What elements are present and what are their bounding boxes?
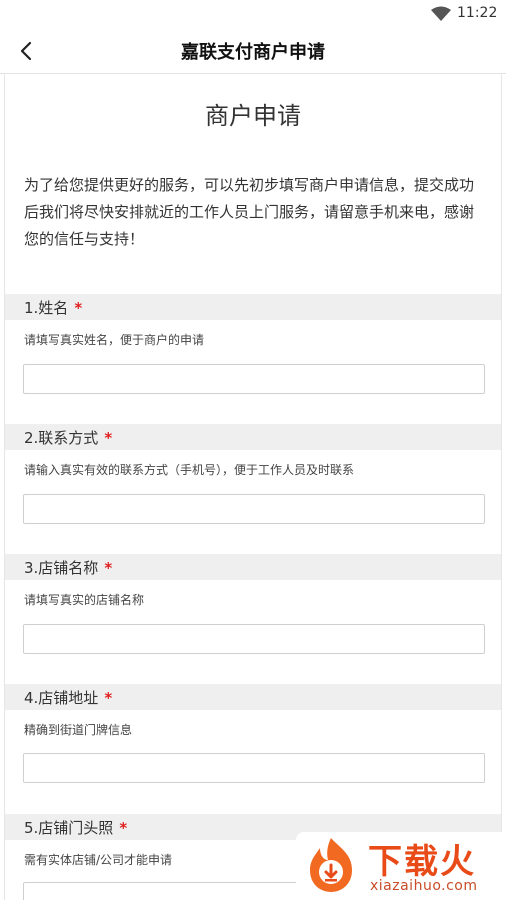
required-marker: * — [104, 559, 113, 577]
app-bar: 嘉联支付商户申请 — [0, 28, 506, 74]
app-title: 嘉联支付商户申请 — [181, 42, 325, 63]
question-hint: 精确到街道门牌信息 — [24, 723, 133, 737]
required-marker: * — [104, 429, 113, 447]
wifi-icon — [431, 6, 451, 21]
required-marker: * — [104, 689, 113, 707]
question-hint: 需有实体店铺/公司才能申请 — [24, 853, 173, 867]
question-title: 3.店铺名称 — [24, 559, 99, 577]
watermark: 下载火 xiazaihuo.com — [296, 832, 506, 900]
question-title: 4.店铺地址 — [24, 689, 99, 707]
question-hint: 请输入真实有效的联系方式（手机号），便于工作人员及时联系 — [24, 463, 355, 477]
name-input[interactable] — [23, 364, 485, 394]
store-address-input[interactable] — [23, 753, 485, 783]
required-marker: * — [74, 299, 83, 317]
watermark-url: xiazaihuo.com — [370, 878, 478, 894]
question-hint: 请填写真实的店铺名称 — [24, 593, 145, 607]
question-hint: 请填写真实姓名，便于商户的申请 — [24, 333, 205, 347]
question-title: 1.姓名 — [24, 299, 69, 317]
store-name-input[interactable] — [23, 624, 485, 654]
required-marker: * — [119, 819, 128, 837]
question-header-contact: 2.联系方式 * — [5, 424, 501, 450]
question-header-name: 1.姓名 * — [5, 294, 501, 320]
page-heading: 商户申请 — [205, 102, 301, 130]
flame-logo-icon — [310, 838, 352, 892]
status-bar: 11:22 — [0, 0, 506, 28]
question-title: 2.联系方式 — [24, 429, 99, 447]
question-header-store-name: 3.店铺名称 * — [5, 554, 501, 580]
contact-input[interactable] — [23, 494, 485, 524]
question-header-store-address: 4.店铺地址 * — [5, 684, 501, 710]
status-time: 11:22 — [457, 5, 498, 21]
watermark-text: 下载火 — [368, 842, 476, 882]
form-container: 商户申请 为了给您提供更好的服务，可以先初步填写商户申请信息，提交成功后我们将尽… — [4, 74, 502, 900]
intro-text: 为了给您提供更好的服务，可以先初步填写商户申请信息，提交成功后我们将尽快安排就近… — [24, 176, 475, 248]
question-title: 5.店铺门头照 — [24, 819, 114, 837]
